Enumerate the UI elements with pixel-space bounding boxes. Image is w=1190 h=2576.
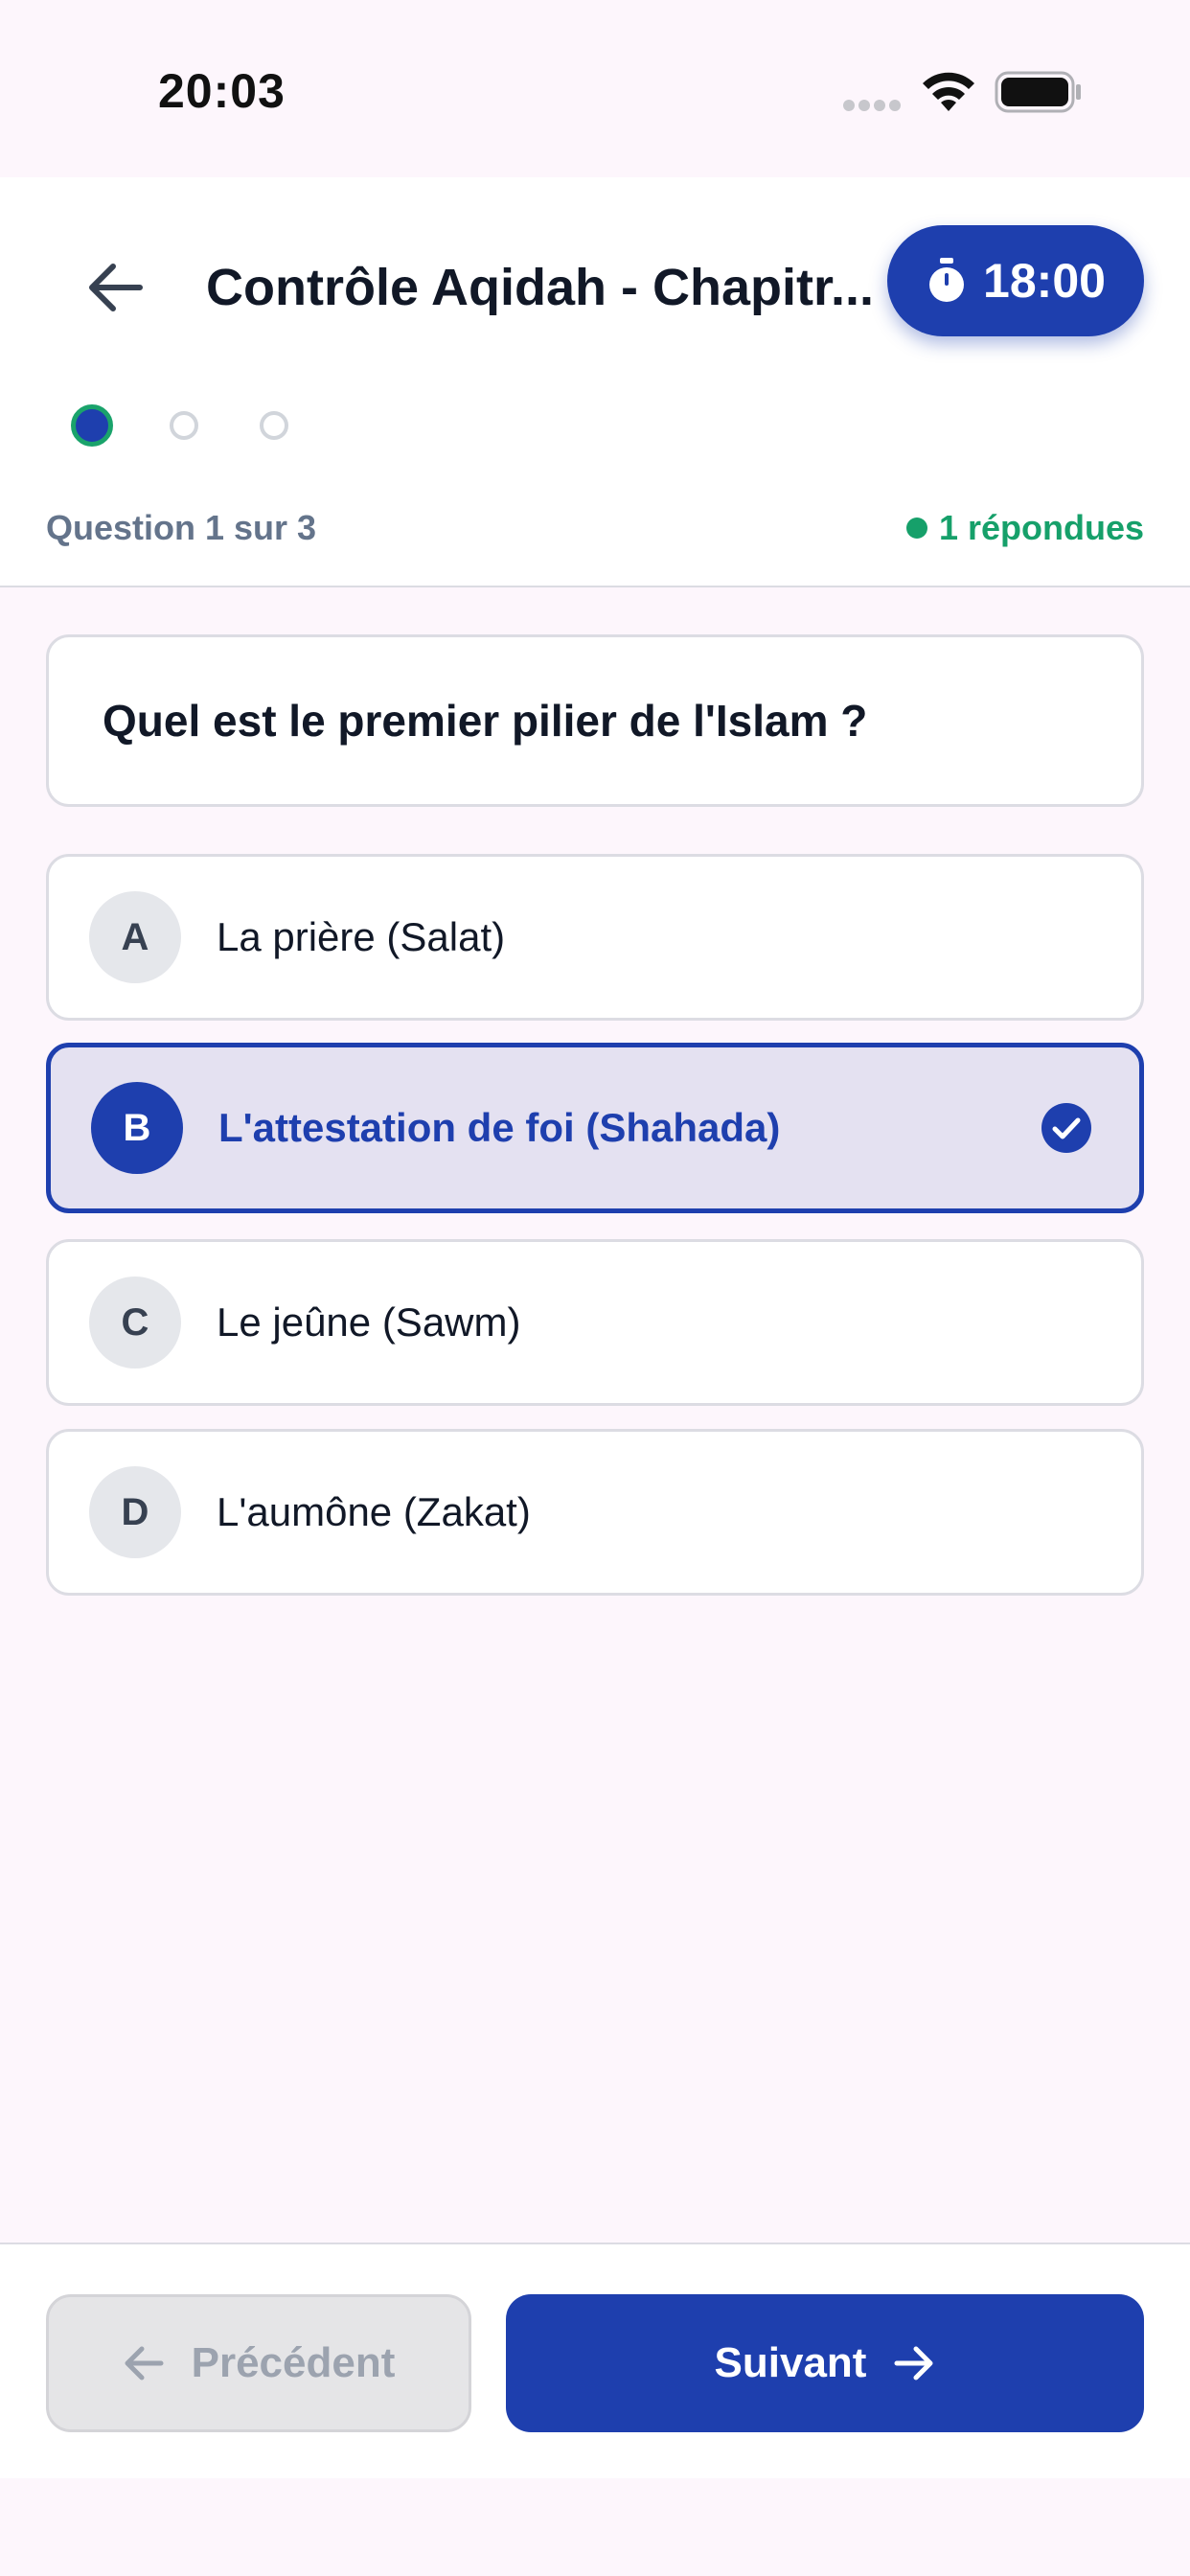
back-button[interactable]: [77, 249, 153, 326]
stopwatch-icon: [929, 258, 965, 302]
status-bar: 20:03: [0, 0, 1190, 177]
timer-value: 18:00: [983, 254, 1106, 308]
option-text: Le jeûne (Sawm): [217, 1300, 521, 1345]
answered-count: 1 répondues: [905, 508, 1144, 548]
progress-dot-2[interactable]: [170, 411, 198, 440]
question-counter: Question 1 sur 3: [46, 508, 317, 547]
answered-label: 1 répondues: [938, 508, 1144, 547]
next-label: Suivant: [714, 2339, 867, 2386]
option-b[interactable]: B L'attestation de foi (Shahada): [46, 1043, 1144, 1213]
option-c[interactable]: C Le jeûne (Sawm): [46, 1239, 1144, 1406]
option-d[interactable]: D L'aumône (Zakat): [46, 1429, 1144, 1596]
question-card: Quel est le premier pilier de l'Islam ?: [46, 634, 1144, 807]
progress-dot-1[interactable]: [71, 404, 113, 447]
option-text: La prière (Salat): [217, 914, 506, 959]
arrow-left-icon: [89, 264, 143, 311]
page-title: Contrôle Aqidah - Chapitr...: [206, 259, 874, 316]
wifi-icon: [920, 69, 977, 118]
previous-button[interactable]: Précédent: [46, 2294, 471, 2432]
question-text: Quel est le premier pilier de l'Islam ?: [103, 696, 868, 746]
previous-label: Précédent: [191, 2339, 396, 2386]
option-letter: D: [89, 1466, 181, 1558]
check-circle-icon: [1041, 1103, 1091, 1153]
option-letter: C: [89, 1276, 181, 1368]
option-a[interactable]: A La prière (Salat): [46, 854, 1144, 1021]
quiz-header: Contrôle Aqidah - Chapitr... 18:00 Quest…: [0, 177, 1190, 587]
status-time: 20:03: [158, 64, 286, 118]
option-letter: B: [91, 1082, 183, 1174]
navigation-footer: Précédent Suivant: [0, 2242, 1190, 2478]
next-button[interactable]: Suivant: [506, 2294, 1144, 2432]
battery-icon: [995, 71, 1083, 118]
option-letter: A: [89, 891, 181, 983]
progress-dot-3[interactable]: [260, 411, 288, 440]
cellular-signal-icon: [843, 99, 904, 116]
option-text: L'aumône (Zakat): [217, 1489, 531, 1534]
arrow-right-icon: [894, 2346, 933, 2380]
timer-badge: 18:00: [887, 225, 1144, 336]
arrow-left-icon: [125, 2346, 164, 2380]
option-text: L'attestation de foi (Shahada): [218, 1105, 781, 1150]
answered-indicator-icon: [905, 518, 927, 539]
